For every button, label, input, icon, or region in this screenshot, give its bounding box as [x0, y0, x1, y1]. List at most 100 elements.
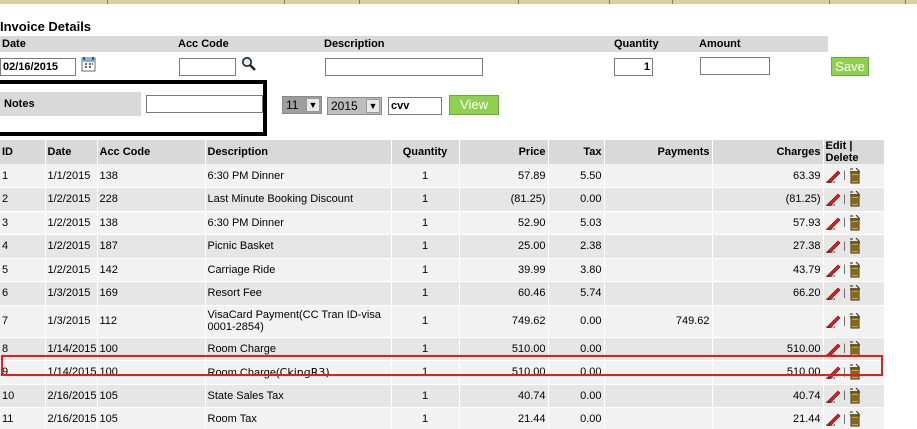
save-button[interactable]: Save: [831, 57, 869, 76]
edit-icon[interactable]: [825, 342, 842, 357]
month-select[interactable]: 11 ▼: [282, 96, 322, 114]
row-payments: 749.62: [604, 305, 713, 338]
row-tax-text: 0.00: [580, 389, 602, 402]
row-date-text: 1/14/2015: [47, 342, 97, 355]
delete-icon[interactable]: [848, 237, 862, 254]
row-id: 5: [0, 258, 46, 282]
row-description-text: State Sales Tax: [207, 389, 284, 402]
row-date: 1/2/2015: [45, 258, 98, 282]
edit-icon[interactable]: [825, 286, 842, 301]
row-quantity: 1: [391, 164, 460, 188]
row-price: 60.46: [459, 281, 549, 306]
acc-code-field[interactable]: [179, 58, 236, 76]
row-acc-code-text: 112: [99, 315, 118, 327]
row-acc-code: 105: [97, 384, 206, 408]
date-field[interactable]: [0, 58, 76, 76]
notes-field[interactable]: [146, 95, 263, 113]
handwritten-note: CkingR3): [279, 365, 330, 379]
delete-icon[interactable]: [848, 214, 862, 231]
edit-icon[interactable]: [825, 412, 842, 427]
delete-icon[interactable]: [848, 387, 862, 404]
row-id: 11: [0, 407, 46, 429]
row-description-text: Room Tax: [207, 413, 257, 426]
delete-icon[interactable]: [848, 167, 862, 184]
row-charges: 27.38: [712, 234, 824, 259]
quantity-field[interactable]: [614, 58, 653, 76]
row-id-text: 4: [2, 240, 9, 253]
row-price: 40.74: [459, 384, 549, 408]
row-price: (81.25): [459, 187, 549, 212]
row-id: 3: [0, 211, 46, 235]
edit-icon[interactable]: [825, 192, 842, 207]
row-charges: 57.93: [712, 211, 824, 235]
row-description: State Sales Tax: [205, 384, 392, 408]
row-quantity: 1: [391, 211, 460, 235]
row-acc-code: 112: [97, 305, 206, 338]
edit-icon[interactable]: [825, 389, 842, 404]
table-row: 3 1/2/2015 138 6:30 PM Dinner 1 52.90 5.03 57.9…: [0, 211, 885, 235]
delete-icon[interactable]: [848, 410, 862, 427]
row-tax: 2.38: [548, 234, 605, 259]
row-quantity-text: 1: [421, 287, 429, 300]
row-actions: |: [823, 337, 885, 361]
row-description-text: 6:30 PM Dinner: [207, 216, 284, 229]
edit-icon[interactable]: [825, 365, 842, 380]
row-tax: 0.00: [548, 187, 605, 212]
row-price: 57.89: [459, 164, 549, 188]
row-acc-code-text: 100: [99, 342, 118, 355]
row-quantity-text: 1: [421, 342, 429, 355]
search-icon[interactable]: [241, 56, 257, 75]
row-description: Room Charge: [205, 337, 392, 361]
row-date-text: 2/16/2015: [47, 389, 97, 402]
row-date-text: 1/2/2015: [47, 263, 91, 276]
delete-icon[interactable]: [848, 312, 862, 329]
code-filter-field[interactable]: [388, 97, 442, 115]
delete-icon[interactable]: [848, 363, 862, 380]
row-id-text: 7: [2, 315, 9, 327]
delete-icon[interactable]: [848, 190, 862, 207]
delete-icon[interactable]: [848, 261, 862, 278]
row-date: 1/2/2015: [45, 211, 98, 235]
row-tax-text: 5.74: [580, 287, 602, 300]
view-button[interactable]: View: [449, 95, 499, 115]
edit-icon[interactable]: [825, 314, 842, 329]
row-tax-text: 0.00: [580, 315, 602, 327]
table-row: 9 1/14/2015 100 Room Charge(CkingR3) 1 510.00…: [0, 360, 885, 385]
row-actions: |: [823, 187, 885, 212]
row-id: 2: [0, 187, 46, 212]
row-payments: [604, 407, 713, 429]
row-charges: 510.00: [712, 337, 824, 361]
edit-icon[interactable]: [825, 263, 842, 278]
delete-icon[interactable]: [848, 340, 862, 357]
calendar-icon[interactable]: [81, 56, 97, 75]
row-price-text: 510.00: [511, 366, 546, 379]
row-date: 1/2/2015: [45, 234, 98, 259]
chevron-down-icon: ▼: [366, 99, 380, 113]
table-row: 11 2/16/2015 105 Room Tax 1 21.44 0.00 21.44 |: [0, 407, 885, 429]
row-acc-code: 100: [97, 337, 206, 361]
delete-icon[interactable]: [848, 284, 862, 301]
row-price: 25.00: [459, 234, 549, 259]
row-acc-code-text: 142: [99, 263, 118, 276]
row-charges: 63.39: [712, 164, 824, 188]
edit-icon[interactable]: [825, 169, 842, 183]
row-date-text: 1/2/2015: [47, 216, 91, 229]
year-select[interactable]: 2015 ▼: [327, 97, 382, 115]
row-charges-text: 27.38: [792, 240, 821, 253]
col-charges: Charges: [712, 140, 824, 164]
row-description: Room Charge(CkingR3): [205, 360, 392, 385]
date-header: Date: [0, 36, 176, 52]
row-tax: 3.80: [548, 258, 605, 282]
row-date: 1/1/2015: [45, 164, 98, 188]
row-tax-text: 5.03: [580, 216, 602, 229]
edit-icon[interactable]: [825, 239, 842, 254]
description-field[interactable]: [325, 58, 483, 76]
amount-field[interactable]: [700, 57, 770, 75]
row-price: 52.90: [459, 211, 549, 235]
row-price-text: 21.44: [517, 413, 546, 426]
row-quantity-text: 1: [421, 263, 429, 276]
acc-code-header: Acc Code: [176, 36, 322, 52]
row-description: Room Tax: [205, 407, 392, 429]
row-description-text: Room Charge(: [207, 366, 280, 379]
edit-icon[interactable]: [825, 216, 842, 231]
